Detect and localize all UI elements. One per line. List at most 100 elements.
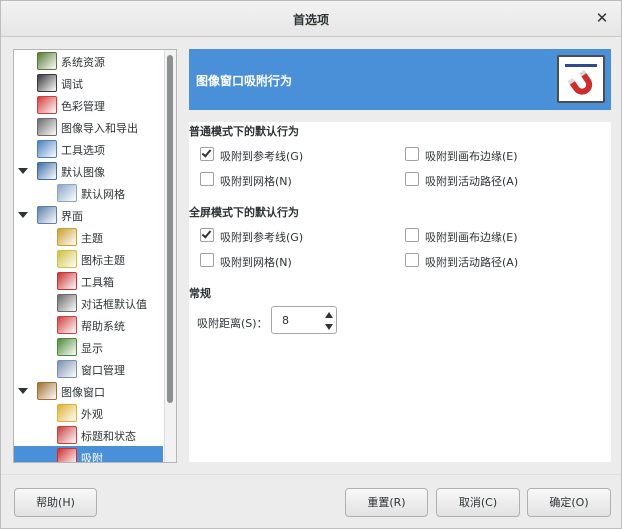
- tree-item-image-window[interactable]: 图像窗口: [14, 380, 163, 402]
- tree-item-label: 色彩管理: [61, 100, 105, 113]
- checkbox-label: 吸附到网格(N): [220, 175, 292, 188]
- icon-theme-icon: [57, 250, 77, 268]
- expander-down-icon[interactable]: [18, 212, 28, 218]
- ok-button[interactable]: 确定(O): [527, 488, 611, 517]
- button-bar-separator: [1, 474, 621, 475]
- checkbox[interactable]: [200, 147, 214, 161]
- dialog-title: 首选项: [292, 13, 329, 27]
- tree-item-label: 图像窗口: [61, 386, 105, 399]
- checkmark-icon: [201, 147, 212, 158]
- tree-item-title-status[interactable]: 标题和状态: [14, 424, 163, 446]
- tree-item-interface[interactable]: 界面: [14, 204, 163, 226]
- checkbox-label: 吸附到网格(N): [220, 256, 292, 269]
- title-status-icon: [57, 426, 77, 444]
- tree-item-label: 外观: [81, 408, 103, 421]
- help-button[interactable]: 帮助(H): [14, 488, 97, 517]
- magnet-icon: [565, 64, 597, 95]
- tree-item-toolbox[interactable]: 工具箱: [14, 270, 163, 292]
- checkbox[interactable]: [405, 172, 419, 186]
- image-window-icon: [37, 382, 57, 400]
- tree-item-label: 帮助系统: [81, 320, 125, 333]
- tool-options-icon: [37, 140, 57, 158]
- cancel-button[interactable]: 取消(C): [436, 488, 520, 517]
- tree-item-display[interactable]: 显示: [14, 336, 163, 358]
- close-icon[interactable]: ✕: [593, 9, 611, 27]
- tree-item-label: 界面: [61, 210, 83, 223]
- appearance-icon: [57, 404, 77, 422]
- window-management-icon: [57, 360, 77, 378]
- tree-item-default-image[interactable]: 默认图像: [14, 160, 163, 182]
- panel-title: 图像窗口吸附行为: [196, 74, 293, 88]
- tree-item-system-resources[interactable]: 系统资源: [14, 50, 163, 72]
- tree-item-dialog-defaults[interactable]: 对话框默认值: [14, 292, 163, 314]
- normal-mode-section-title: 普通模式下的默认行为: [189, 125, 299, 138]
- tree-item-label: 主题: [81, 232, 103, 245]
- decrement-arrow-icon[interactable]: [325, 324, 333, 330]
- tree-item-label: 默认网格: [81, 188, 125, 201]
- panel-header: 图像窗口吸附行为: [189, 49, 611, 110]
- checkbox-label: 吸附到参考线(G): [220, 150, 304, 163]
- general-section-title: 常规: [189, 287, 211, 300]
- system-resources-icon: [37, 52, 57, 70]
- theme-icon: [57, 228, 77, 246]
- checkbox-label: 吸附到活动路径(A): [425, 175, 519, 188]
- default-grid-icon: [57, 184, 77, 202]
- checkbox[interactable]: [200, 253, 214, 267]
- tree-item-theme[interactable]: 主题: [14, 226, 163, 248]
- tree-item-default-grid[interactable]: 默认网格: [14, 182, 163, 204]
- expander-down-icon[interactable]: [18, 168, 28, 174]
- toolbox-icon: [57, 272, 77, 290]
- help-system-icon: [57, 316, 77, 334]
- tree-item-label: 调试: [61, 78, 83, 91]
- tree-item-debug[interactable]: 调试: [14, 72, 163, 94]
- default-image-icon: [37, 162, 57, 180]
- tree-item-label: 显示: [81, 342, 103, 355]
- tree-item-appearance[interactable]: 外观: [14, 402, 163, 424]
- tree-item-label: 工具选项: [61, 144, 105, 157]
- color-management-icon: [37, 96, 57, 114]
- checkbox-label: 吸附到参考线(G): [220, 231, 304, 244]
- tree-scrollbar-thumb[interactable]: [167, 55, 173, 403]
- snapping-icon: [57, 448, 77, 462]
- tree-item-image-import-export[interactable]: 图像导入和导出: [14, 116, 163, 138]
- tree-item-label: 工具箱: [81, 276, 114, 289]
- tree-item-color-management[interactable]: 色彩管理: [14, 94, 163, 116]
- checkbox[interactable]: [200, 172, 214, 186]
- tree-item-tool-options[interactable]: 工具选项: [14, 138, 163, 160]
- tree-item-snapping[interactable]: 吸附: [14, 446, 163, 463]
- tree-item-label: 窗口管理: [81, 364, 125, 377]
- panel-icon-frame: [557, 55, 605, 103]
- tree-item-label: 标题和状态: [81, 430, 136, 443]
- tree-item-label: 吸附: [81, 452, 103, 463]
- titlebar: 首选项 ✕: [1, 1, 621, 37]
- tree-item-label: 图像导入和导出: [61, 122, 138, 135]
- tree-item-window-management[interactable]: 窗口管理: [14, 358, 163, 380]
- checkbox[interactable]: [405, 228, 419, 242]
- tree-item-icon-theme[interactable]: 图标主题: [14, 248, 163, 270]
- checkbox-label: 吸附到画布边缘(E): [425, 150, 518, 163]
- display-icon: [57, 338, 77, 356]
- tree-item-help-system[interactable]: 帮助系统: [14, 314, 163, 336]
- increment-arrow-icon[interactable]: [325, 312, 333, 318]
- image-import-export-icon: [37, 118, 57, 136]
- fullscreen-mode-section-title: 全屏模式下的默认行为: [189, 206, 299, 219]
- tree-item-label: 图标主题: [81, 254, 125, 267]
- interface-icon: [37, 206, 57, 224]
- snap-distance-value[interactable]: 8: [282, 314, 289, 327]
- checkbox[interactable]: [200, 228, 214, 242]
- tree-item-label: 默认图像: [61, 166, 105, 179]
- checkbox[interactable]: [405, 253, 419, 267]
- tree-item-label: 系统资源: [61, 56, 105, 69]
- snap-distance-spinner[interactable]: 8: [271, 306, 337, 334]
- checkbox[interactable]: [405, 147, 419, 161]
- expander-down-icon[interactable]: [18, 388, 28, 394]
- tree-item-label: 对话框默认值: [81, 298, 147, 311]
- reset-button[interactable]: 重置(R): [345, 488, 428, 517]
- snapping-settings-panel: 普通模式下的默认行为 吸附到参考线(G) 吸附到画布边缘(E) 吸附到网格(N)…: [189, 122, 611, 462]
- preferences-dialog: 首选项 ✕ 系统资源 调试 色彩管理 图像导入和导出 工具选项 默认图像 默认网…: [0, 0, 622, 529]
- checkbox-label: 吸附到画布边缘(E): [425, 231, 518, 244]
- snap-distance-label: 吸附距离(S)：: [197, 317, 268, 330]
- checkmark-icon: [201, 228, 212, 239]
- checkbox-label: 吸附到活动路径(A): [425, 256, 519, 269]
- preferences-tree: 系统资源 调试 色彩管理 图像导入和导出 工具选项 默认图像 默认网格 界面 主…: [13, 49, 177, 463]
